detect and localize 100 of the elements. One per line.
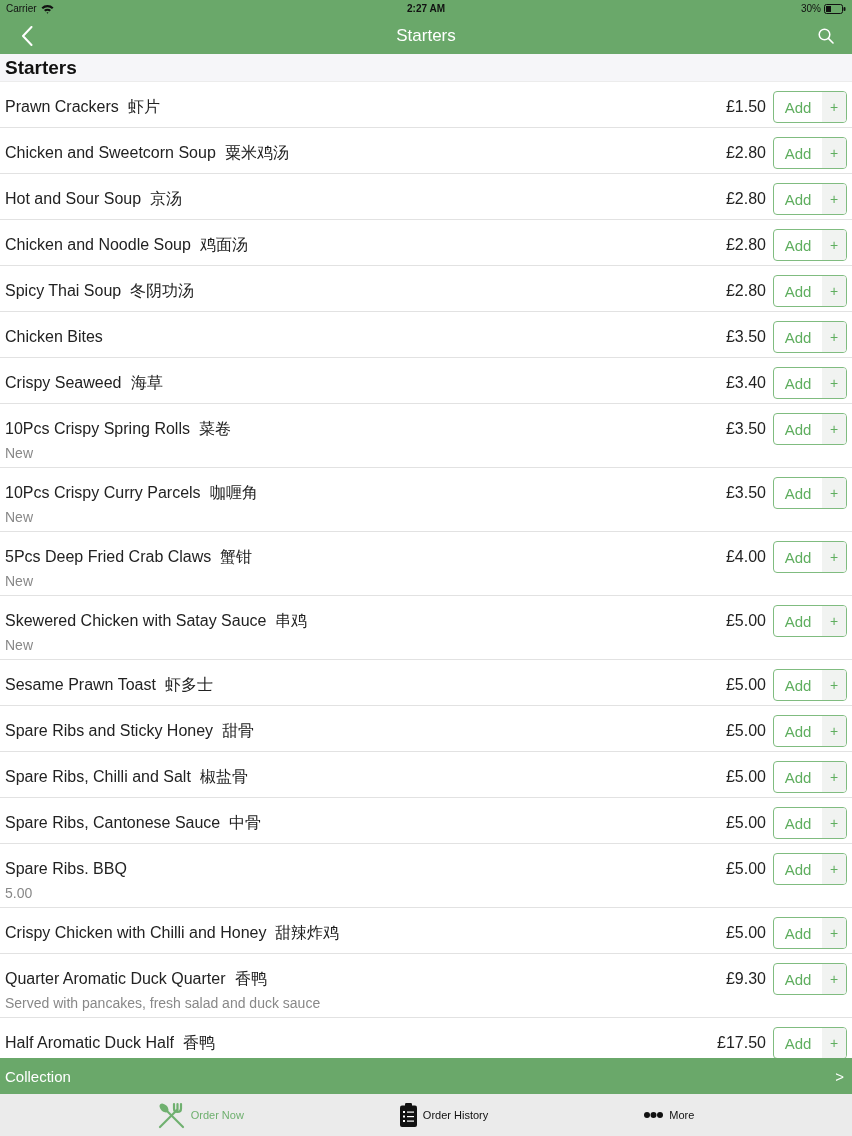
search-button[interactable] [818,27,834,44]
carrier-label: Carrier [6,3,37,14]
item-chinese-name: 香鸭 [234,968,267,989]
item-chinese-name: 冬阴功汤 [130,280,195,301]
add-button[interactable]: Add + [773,963,847,995]
add-button[interactable]: Add + [773,715,847,747]
item-note: New [5,573,34,591]
item-note: New [5,637,34,655]
add-button[interactable]: Add + [773,807,847,839]
clock-time: 2:27 AM [407,3,445,14]
item-price: £9.30 [725,970,766,988]
tab[interactable]: Order Now [157,1101,244,1129]
item-name: Spare Ribs, Cantonese Sauce [5,814,221,832]
item-note: New [5,509,34,527]
search-icon [818,27,834,44]
item-chinese-name: 虾片 [127,96,160,117]
add-button[interactable]: Add + [773,321,847,353]
add-button[interactable]: Add + [773,229,847,261]
item-name: Crispy Chicken with Chilli and Honey [5,924,267,942]
item-chinese-name: 鸡面汤 [199,234,248,255]
tab[interactable]: More [644,1109,695,1121]
battery-percentage: 30% [801,3,821,14]
item-chinese-name: 海草 [130,372,163,393]
item-chinese-name: 甜辣炸鸡 [275,922,340,943]
item-price: £4.00 [725,548,766,566]
item-chinese-name: 菜卷 [198,418,231,439]
item-price: £5.00 [725,722,766,740]
item-name: Spare Ribs, Chilli and Salt [5,768,191,786]
add-button[interactable]: Add + [773,137,847,169]
item-chinese-name: 虾多士 [164,674,213,695]
add-button[interactable]: Add + [773,853,847,885]
add-button[interactable]: Add + [773,1027,847,1058]
item-name: Crispy Seaweed [5,374,122,392]
add-button[interactable]: Add + [773,91,847,123]
item-name: Half Aromatic Duck Half [5,1034,174,1052]
item-name: 10Pcs Crispy Spring Rolls [5,420,190,438]
item-price: £2.80 [725,144,766,162]
add-button[interactable]: Add + [773,183,847,215]
item-price: £2.80 [725,282,766,300]
item-name: Prawn Crackers [5,98,119,116]
item-note: New [5,445,34,463]
back-icon [21,25,33,46]
item-chinese-name: 蟹钳 [220,546,253,567]
item-price: £3.50 [725,484,766,502]
item-name: Chicken and Noodle Soup [5,236,191,254]
item-note: 5.00 [5,885,34,903]
item-name: Quarter Aromatic Duck Quarter [5,970,226,988]
item-name: Chicken and Sweetcorn Soup [5,144,216,162]
item-name: Skewered Chicken with Satay Sauce [5,612,267,630]
add-button[interactable]: Add + [773,275,847,307]
item-price: £5.00 [725,768,766,786]
item-chinese-name: 粟米鸡汤 [224,142,289,163]
item-price: £17.50 [717,1034,766,1052]
add-button[interactable]: Add + [773,541,847,573]
item-chinese-name: 甜骨 [222,720,255,741]
item-chinese-name: 串鸡 [275,610,308,631]
item-price: £3.50 [725,328,766,346]
collection-label: Collection [5,1067,71,1085]
section-title: Starters [5,56,77,79]
item-name: Spare Ribs and Sticky Honey [5,722,214,740]
item-price: £5.00 [725,860,766,878]
wifi-icon [40,3,54,14]
item-chinese-name: 椒盐骨 [199,766,248,787]
back-button[interactable] [21,25,33,46]
nav-title: Starters [395,25,457,46]
more-dots-icon [644,1112,664,1118]
item-price: £1.50 [725,98,766,116]
add-button[interactable]: Add + [773,761,847,793]
item-name: Hot and Sour Soup [5,190,142,208]
item-name: 5Pcs Deep Fried Crab Claws [5,548,212,566]
fork-and-spoon-icon [157,1101,185,1129]
item-price: £2.80 [725,236,766,254]
tab[interactable]: Order History [399,1103,489,1127]
add-button[interactable]: Add + [773,413,847,445]
collection-bar[interactable]: Collection > [0,1058,852,1094]
add-button[interactable]: Add + [773,477,847,509]
add-button[interactable]: Add + [773,917,847,949]
add-button[interactable]: Add + [773,367,847,399]
item-chinese-name: 京汤 [150,188,183,209]
item-chinese-name: 咖喱角 [209,482,258,503]
item-price: £3.40 [725,374,766,392]
battery-icon [824,3,846,14]
item-note: Served with pancakes, fresh salad and duck sauce [5,995,322,1013]
item-price: £5.00 [725,676,766,694]
item-name: Spicy Thai Soup [5,282,122,300]
chevron-label: > [835,1067,844,1085]
clipboard-icon [399,1103,417,1127]
item-chinese-name: 香鸭 [182,1032,215,1053]
item-chinese-name: 中骨 [229,812,262,833]
add-button[interactable]: Add + [773,669,847,701]
item-price: £3.50 [725,420,766,438]
item-name: Chicken Bites [5,328,103,346]
item-name: Spare Ribs. BBQ [5,860,127,878]
add-button[interactable]: Add + [773,605,847,637]
item-price: £5.00 [725,814,766,832]
item-price: £5.00 [725,924,766,942]
item-price: £2.80 [725,190,766,208]
item-name: Sesame Prawn Toast [5,676,156,694]
item-price: £5.00 [725,612,766,630]
item-name: 10Pcs Crispy Curry Parcels [5,484,201,502]
